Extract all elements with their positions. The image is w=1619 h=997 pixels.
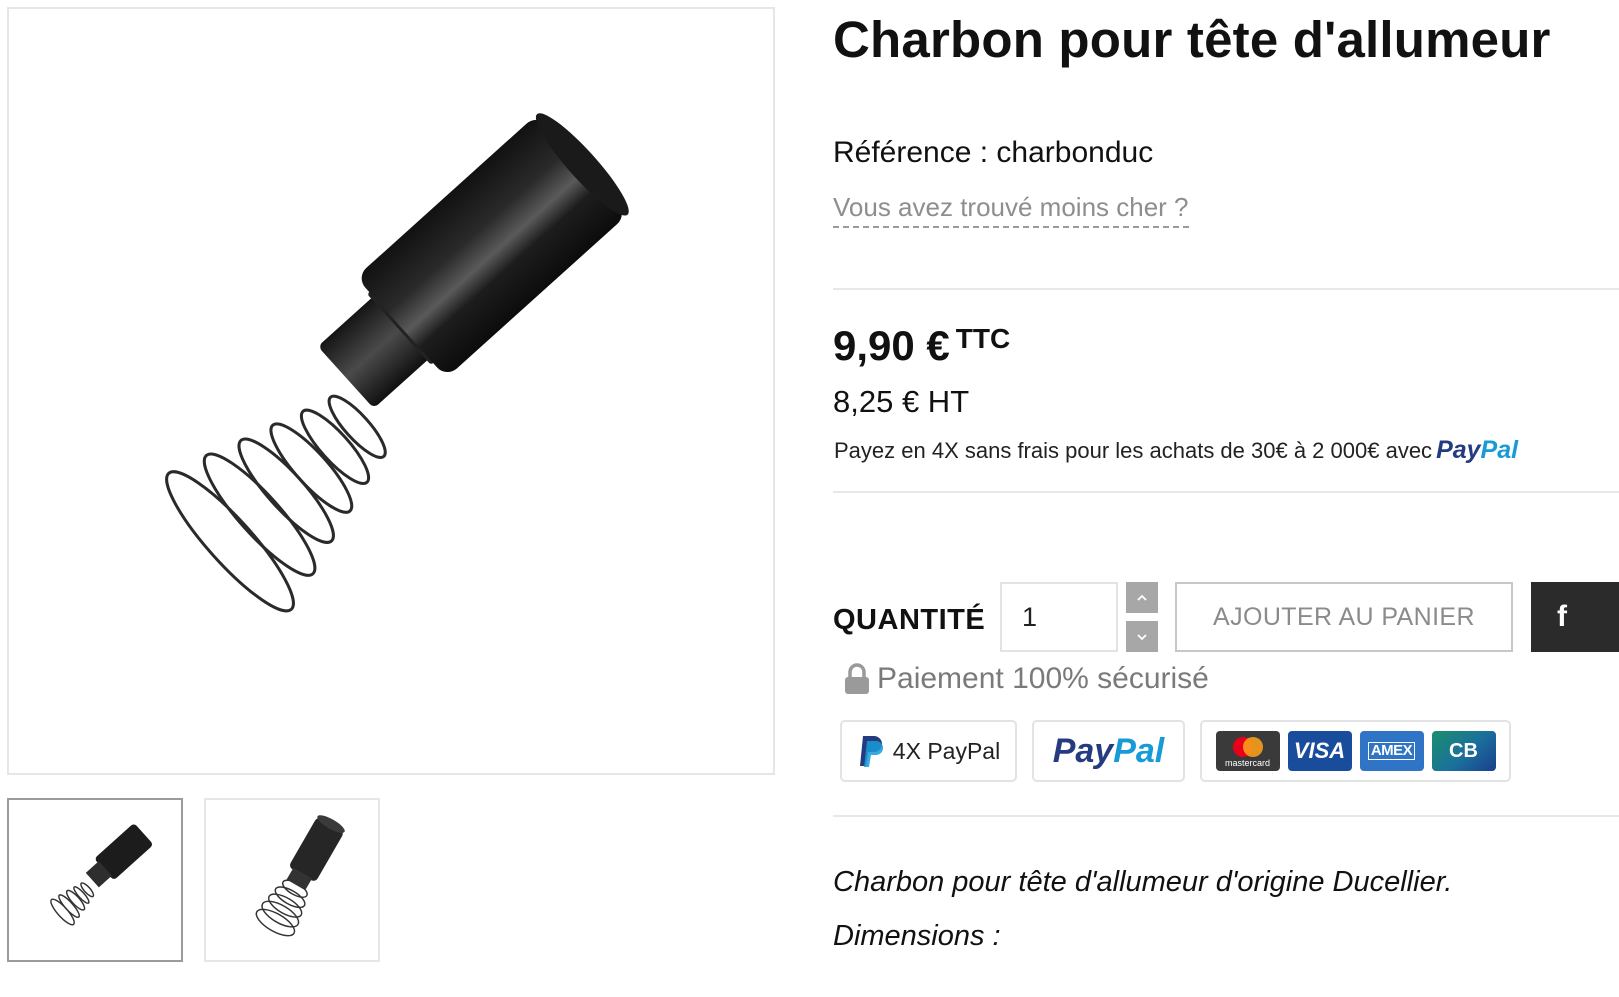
paypal-4x-label: 4X PayPal <box>892 737 1001 764</box>
visa-icon: VISA <box>1287 731 1352 771</box>
card-logos: mastercard VISA AMEX CB <box>1200 720 1511 782</box>
secure-payment: Paiement 100% sécurisé <box>843 662 1209 696</box>
product-description: Charbon pour tête d'allumeur d'origine D… <box>833 855 1452 963</box>
paypal-wordmark: PayPal <box>1052 731 1165 770</box>
price-ttc-amount: 9,90 € <box>833 322 950 369</box>
paypal-4x-badge: 4X PayPal <box>840 720 1017 782</box>
product-reference: Référence : charbonduc <box>833 136 1154 169</box>
divider <box>833 491 1619 493</box>
price-ht: 8,25 € HT <box>833 384 970 419</box>
cb-card-icon: CB <box>1431 731 1496 771</box>
carbon-brush-image <box>165 113 629 613</box>
price-ttc: 9,90 € TTC <box>833 322 1010 370</box>
paypal-note-text: Payez en 4X sans frais pour les achats d… <box>834 438 1433 463</box>
mastercard-icon: mastercard <box>1215 731 1280 771</box>
chevron-up-icon <box>1137 594 1147 601</box>
paypal-logo: PayPal <box>1436 436 1519 464</box>
thumbnail-2[interactable] <box>204 798 380 962</box>
dark-button-label: f <box>1557 600 1567 633</box>
paypal-p-icon <box>859 736 883 767</box>
add-to-cart-button[interactable]: AJOUTER AU PANIER <box>1175 582 1513 652</box>
description-line-2: Dimensions : <box>833 920 1001 952</box>
thumbnail-image-1 <box>50 824 152 926</box>
lock-icon <box>845 663 869 694</box>
quantity-decrease-button[interactable] <box>1126 621 1158 652</box>
secure-payment-label: Paiement 100% sécurisé <box>877 662 1209 695</box>
product-main-image[interactable] <box>7 7 775 775</box>
dark-action-button[interactable]: f <box>1531 582 1619 652</box>
quantity-increase-button[interactable] <box>1126 582 1158 613</box>
amex-icon: AMEX <box>1359 731 1424 771</box>
cheaper-price-link[interactable]: Vous avez trouvé moins cher ? <box>833 192 1189 228</box>
divider <box>833 288 1619 290</box>
chevron-down-icon <box>1137 633 1147 640</box>
paypal-installment-note: Payez en 4X sans frais pour les achats d… <box>834 436 1518 465</box>
product-title: Charbon pour tête d'allumeur <box>833 11 1551 68</box>
paypal-badge: PayPal <box>1032 720 1185 782</box>
thumbnail-image-2 <box>255 815 345 937</box>
thumbnail-1[interactable] <box>7 798 183 962</box>
divider <box>833 815 1619 817</box>
price-ttc-suffix: TTC <box>955 323 1011 354</box>
quantity-input[interactable] <box>1000 582 1118 652</box>
quantity-label: QUANTITÉ <box>833 604 986 636</box>
description-line-1: Charbon pour tête d'allumeur d'origine D… <box>833 866 1453 898</box>
